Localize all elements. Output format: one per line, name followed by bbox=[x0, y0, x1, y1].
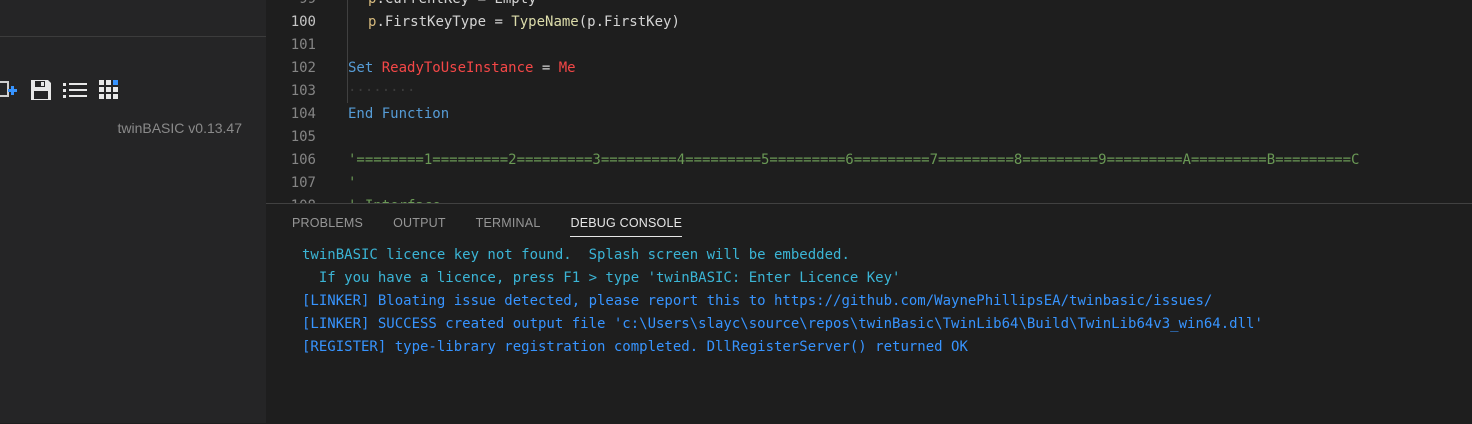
code-text: '========1=========2=========3=========4… bbox=[348, 149, 1359, 172]
code-line[interactable]: 105 bbox=[266, 126, 1472, 149]
code-token: = bbox=[533, 60, 559, 76]
line-number: 102 bbox=[290, 60, 316, 76]
debug-console-output: twinBASIC licence key not found. Splash … bbox=[302, 244, 1263, 359]
code-line[interactable]: 108 ' Interface bbox=[266, 195, 1472, 203]
code-text: ' bbox=[348, 172, 356, 195]
list-icon[interactable] bbox=[62, 77, 88, 103]
code-token: ········ bbox=[348, 83, 416, 99]
indent-guide bbox=[347, 34, 348, 57]
code-token: End Function bbox=[348, 106, 450, 122]
tab-problems[interactable]: PROBLEMS bbox=[292, 216, 363, 237]
grid-icon[interactable] bbox=[96, 77, 122, 103]
code-token: Set bbox=[348, 60, 374, 76]
code-token: TypeName bbox=[511, 14, 579, 30]
indent-guide bbox=[347, 11, 348, 34]
tab-terminal[interactable]: TERMINAL bbox=[476, 216, 541, 237]
code-line[interactable]: 107 ' bbox=[266, 172, 1472, 195]
line-number: 105 bbox=[290, 129, 316, 145]
code-editor[interactable]: 99 p.CurrentKey = Empty 100 p.FirstKeyType … bbox=[266, 0, 1472, 203]
toolbar bbox=[0, 76, 130, 104]
code-text: Set ReadyToUseInstance = Me bbox=[348, 57, 576, 80]
line-number: 106 bbox=[290, 152, 316, 168]
code-text: p.FirstKeyType = TypeName(p.FirstKey) bbox=[368, 11, 680, 34]
code-token: '========1=========2=========3=========4… bbox=[348, 152, 1360, 168]
console-line: [LINKER] Bloating issue detected, please… bbox=[302, 293, 1213, 309]
code-line[interactable]: 106 '========1=========2=========3=======… bbox=[266, 149, 1472, 172]
console-line: If you have a licence, press F1 > type '… bbox=[302, 270, 901, 286]
code-line[interactable]: 101 bbox=[266, 34, 1472, 57]
code-line[interactable]: 100 p.FirstKeyType = TypeName(p.FirstKey) bbox=[266, 11, 1472, 34]
save-icon[interactable] bbox=[28, 77, 54, 103]
line-number: 101 bbox=[290, 37, 316, 53]
line-number: 104 bbox=[290, 106, 316, 122]
console-line: twinBASIC licence key not found. Splash … bbox=[302, 247, 850, 263]
version-label: twinBASIC v0.13.47 bbox=[117, 120, 242, 136]
line-number: 108 bbox=[266, 195, 316, 203]
line-number: 100 bbox=[290, 14, 316, 30]
tab-output[interactable]: OUTPUT bbox=[393, 216, 446, 237]
code-token: .CurrentKey = Empty bbox=[376, 0, 536, 7]
code-line[interactable]: 103 ········ bbox=[266, 80, 1472, 103]
code-text: ' Interface bbox=[348, 195, 441, 203]
code-token: Me bbox=[558, 60, 576, 76]
indent-guide bbox=[347, 0, 348, 11]
code-text: ········ bbox=[348, 80, 415, 103]
console-line: [LINKER] SUCCESS created output file 'c:… bbox=[302, 316, 1263, 332]
bottom-panel: PROBLEMS OUTPUT TERMINAL DEBUG CONSOLE t… bbox=[266, 203, 1472, 424]
code-text: End Function bbox=[348, 103, 449, 126]
side-panel: twinBASIC v0.13.47 bbox=[0, 0, 266, 423]
code-token: .FirstKeyType = bbox=[376, 14, 512, 30]
add-icon[interactable] bbox=[0, 77, 20, 103]
code-line[interactable]: 99 p.CurrentKey = Empty bbox=[266, 0, 1472, 11]
code-token: ' bbox=[348, 175, 357, 191]
code-line[interactable]: 104 End Function bbox=[266, 103, 1472, 126]
tab-debug-console[interactable]: DEBUG CONSOLE bbox=[570, 216, 683, 237]
panel-tabs: PROBLEMS OUTPUT TERMINAL DEBUG CONSOLE bbox=[292, 216, 712, 237]
code-token: (p.FirstKey) bbox=[578, 14, 680, 30]
line-number: 99 bbox=[266, 0, 316, 11]
code-line[interactable]: 102 Set ReadyToUseInstance = Me bbox=[266, 57, 1472, 80]
code-text: p.CurrentKey = Empty bbox=[368, 0, 537, 11]
code-token: ReadyToUseInstance bbox=[381, 60, 534, 76]
line-number: 107 bbox=[290, 175, 316, 191]
divider bbox=[0, 36, 266, 37]
console-line: [REGISTER] type-library registration com… bbox=[302, 339, 968, 355]
line-number: 103 bbox=[290, 83, 316, 99]
